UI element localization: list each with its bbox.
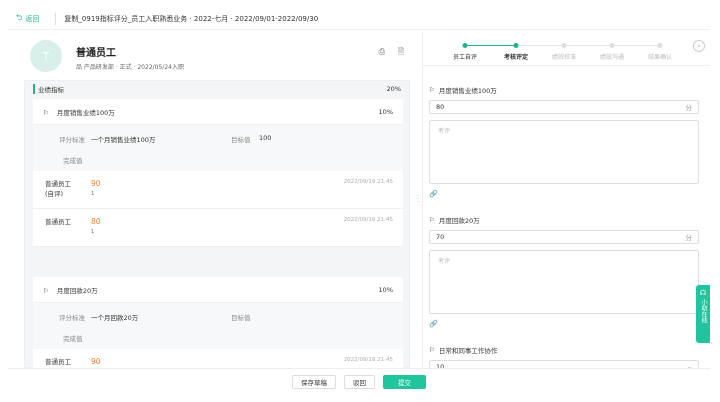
resize-handle[interactable]: · · · xyxy=(417,193,421,206)
kpi-weight: 10% xyxy=(378,107,393,116)
org-icon: 品 xyxy=(76,64,84,71)
top-bar: ⮌ 返回 复制_0919指标评分_员工入职熟悉业务 · 2022-七月 · 20… xyxy=(8,8,710,30)
kpi-list[interactable]: 业绩指标 20% ⚐ 月度销售业绩100万 10% 评分标准 一个月销售业绩100… xyxy=(24,80,410,368)
score-row: 普通员工 80 1 2022/09/19 21:45 xyxy=(33,209,403,247)
rating-block: ⚐ 月度销售业绩100万 80 分 考评 🔗 xyxy=(429,84,699,198)
flag-icon: ⚐ xyxy=(429,346,435,354)
flag-icon: ⚐ xyxy=(43,286,49,295)
score-row: 普通员工 (自评) 90 2 2022/09/19 21:45 xyxy=(33,349,403,368)
score-time: 2022/09/19 21:45 xyxy=(343,357,393,363)
avatar: T xyxy=(30,40,62,72)
scorer: 普通员工 (自评) xyxy=(45,180,71,198)
attachment-icon[interactable]: 🔗 xyxy=(429,190,699,198)
rating-title: ⚐ 日常和同事工作协作 xyxy=(429,346,498,355)
score-value: 80 xyxy=(436,103,445,111)
step-dot xyxy=(609,43,615,48)
kpi-header: ⚐ 月度销售业绩100万 10% xyxy=(33,99,403,125)
step-dot xyxy=(462,43,468,48)
target-value: 100 xyxy=(259,134,272,142)
kpi-criteria: 评分标准 一个月回款20万 目标值 完成值 xyxy=(33,303,403,349)
back-arrow-icon: ⮌ xyxy=(16,12,23,22)
score-input[interactable]: 80 分 xyxy=(429,100,699,114)
rating-title: ⚐ 月度销售业绩100万 xyxy=(429,86,497,95)
save-draft-button[interactable]: 保存草稿 xyxy=(292,374,336,389)
score-input[interactable]: 70 分 xyxy=(429,230,699,244)
done-label: 完成值 xyxy=(63,335,83,343)
kpi-card: ⚐ 月度销售业绩100万 10% 评分标准 一个月销售业绩100万 目标值 100… xyxy=(33,99,403,247)
profile-tools: ⎙ 🗎 xyxy=(369,46,404,60)
step-assessment[interactable]: 考核评定 xyxy=(504,52,528,61)
criteria-label: 评分标准 xyxy=(59,136,85,144)
criteria-value: 一个月回款20万 xyxy=(91,314,139,322)
process-steps: 员工自评 考核评定 绩效校准 绩效沟通 结果确认 › xyxy=(423,32,710,66)
target-label: 目标值 xyxy=(231,314,251,322)
target-label: 目标值 xyxy=(231,136,251,144)
step-communication[interactable]: 绩效沟通 xyxy=(600,52,624,61)
step-calibration[interactable]: 绩效校准 xyxy=(552,52,576,61)
divider xyxy=(55,12,57,25)
back-label: 返回 xyxy=(25,14,40,23)
comment-textarea[interactable]: 考评 xyxy=(429,120,699,184)
score-value: 70 xyxy=(436,233,445,241)
step-self-review[interactable]: 员工自评 xyxy=(453,52,477,61)
score-count: 1 xyxy=(91,191,95,197)
scorer: 普通员工 xyxy=(45,218,71,226)
rating-title: ⚐ 月度回款20万 xyxy=(429,216,480,225)
rating-block: ⚐ 月度回款20万 70 分 考评 🔗 xyxy=(429,214,699,328)
step-connector xyxy=(565,45,611,46)
score-count: 1 xyxy=(91,229,95,235)
section-title: 业绩指标 xyxy=(33,84,64,94)
step-connector xyxy=(467,45,515,46)
criteria-label: 评分标准 xyxy=(59,314,85,322)
assistant-widget[interactable]: ☊ 小助在线 xyxy=(696,285,710,343)
submit-button[interactable]: 提交 xyxy=(383,374,426,389)
score: 80 xyxy=(91,217,101,226)
reject-button[interactable]: 驳回 xyxy=(344,374,375,389)
flag-icon: ⚐ xyxy=(43,108,49,117)
right-panel: 员工自评 考核评定 绩效校准 绩效沟通 结果确认 › ⚐ 月度销售业绩100万 8… xyxy=(422,32,710,368)
employee-meta: 品 产品研发部 · 正式 · 2022/05/24入职 xyxy=(76,64,184,71)
export-icon[interactable]: 🗎 xyxy=(398,47,404,56)
print-icon[interactable]: ⎙ xyxy=(379,47,385,56)
assistant-label: 小助在线 xyxy=(700,299,707,323)
kpi-criteria: 评分标准 一个月销售业绩100万 目标值 100 完成值 xyxy=(33,125,403,171)
flag-icon: ⚐ xyxy=(429,216,435,224)
step-dot xyxy=(513,43,519,48)
kpi-name: 月度回款20万 xyxy=(56,286,98,295)
step-dot xyxy=(561,43,567,48)
kpi-card: ⚐ 月度回款20万 10% 评分标准 一个月回款20万 目标值 完成值 普通员工 … xyxy=(33,277,403,368)
score-time: 2022/09/19 21:45 xyxy=(343,217,393,223)
kpi-header: ⚐ 月度回款20万 10% xyxy=(33,277,403,303)
score: 90 xyxy=(91,179,101,188)
section-header: 业绩指标 20% xyxy=(25,81,409,97)
chevron-right-icon[interactable]: › xyxy=(693,40,705,52)
score: 90 xyxy=(91,357,101,366)
step-confirmation[interactable]: 结果确认 xyxy=(648,52,672,61)
criteria-value: 一个月销售业绩100万 xyxy=(91,136,156,144)
score-unit: 分 xyxy=(685,234,693,242)
rating-block: ⚐ 日常和同事工作协作 10 ⌄ xyxy=(429,344,699,368)
attachment-icon[interactable]: 🔗 xyxy=(429,320,699,328)
kpi-weight: 10% xyxy=(378,285,393,294)
section-weight: 20% xyxy=(386,85,401,93)
left-panel: T 普通员工 品 产品研发部 · 正式 · 2022/05/24入职 ⎙ 🗎 业… xyxy=(8,32,410,368)
score-unit: 分 xyxy=(685,104,693,112)
score-select[interactable]: 10 ⌄ xyxy=(429,360,699,368)
scorer: 普通员工 (自评) xyxy=(45,358,71,366)
step-dot xyxy=(657,43,663,48)
comment-textarea[interactable]: 考评 xyxy=(429,250,699,314)
kpi-name: 月度销售业绩100万 xyxy=(56,108,115,117)
score-time: 2022/09/19 21:45 xyxy=(343,179,393,185)
score-row: 普通员工 (自评) 90 1 2022/09/19 21:45 xyxy=(33,171,403,209)
profile-header: T 普通员工 品 产品研发部 · 正式 · 2022/05/24入职 ⎙ 🗎 xyxy=(16,38,406,78)
headset-icon: ☊ xyxy=(699,289,707,297)
step-connector xyxy=(517,45,563,46)
step-connector xyxy=(613,45,659,46)
breadcrumb: 复制_0919指标评分_员工入职熟悉业务 · 2022-七月 · 2022/09… xyxy=(64,14,319,23)
done-label: 完成值 xyxy=(63,157,83,165)
back-button[interactable]: ⮌ 返回 xyxy=(8,12,47,26)
flag-icon: ⚐ xyxy=(429,86,435,94)
footer-actions: 保存草稿 驳回 提交 xyxy=(8,368,710,394)
employee-name: 普通员工 xyxy=(76,48,116,59)
